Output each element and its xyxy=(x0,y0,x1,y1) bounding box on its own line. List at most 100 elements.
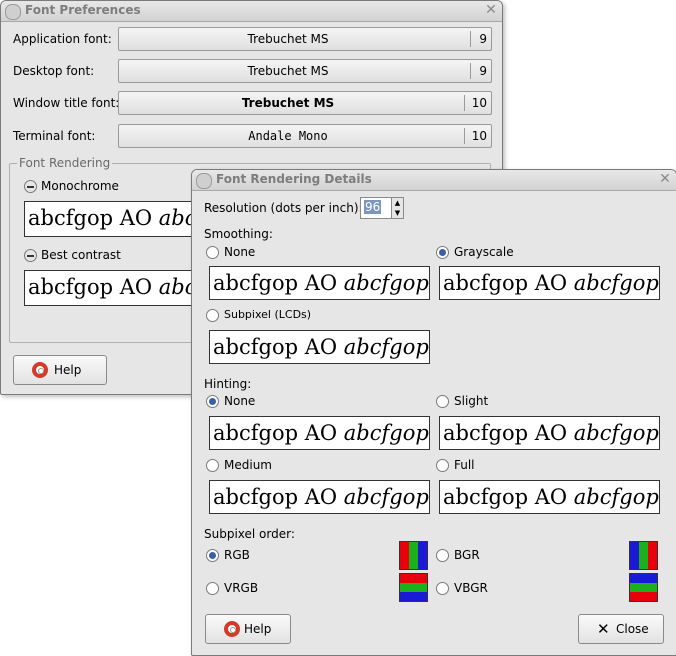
order-vrgb-label[interactable]: VRGB xyxy=(224,581,258,595)
application-font-button[interactable]: Trebuchet MS 9 xyxy=(118,27,492,51)
help-button-label: Help xyxy=(244,622,272,636)
hinting-label: Hinting: xyxy=(204,377,252,391)
terminal-font-button[interactable]: Andale Mono 10 xyxy=(118,124,492,148)
blue-stripe xyxy=(400,592,427,601)
smoothing-none-radio[interactable] xyxy=(206,246,219,259)
subpixel-order-label: Subpixel order: xyxy=(204,527,295,541)
best-contrast-label[interactable]: Best contrast xyxy=(41,248,121,262)
vrgb-swatch-icon xyxy=(399,573,428,602)
desktop-font-name: Trebuchet MS xyxy=(247,64,329,78)
green-stripe xyxy=(409,542,418,569)
order-bgr-radio[interactable] xyxy=(436,549,449,562)
close-button[interactable]: ✕ Close xyxy=(578,614,664,644)
separator xyxy=(464,128,465,144)
green-stripe xyxy=(630,583,657,592)
desktop-font-size: 9 xyxy=(479,64,487,78)
blue-stripe xyxy=(630,542,639,569)
hinting-none-radio[interactable] xyxy=(206,395,219,408)
help-icon xyxy=(32,362,48,378)
monochrome-label[interactable]: Monochrome xyxy=(41,179,119,193)
close-icon[interactable]: ✕ xyxy=(658,172,672,186)
order-vrgb-radio[interactable] xyxy=(206,582,219,595)
hinting-none-sample: abcfgop AO abcfgop xyxy=(209,416,430,450)
window-title: Font Rendering Details xyxy=(216,172,372,186)
hinting-slight-sample: abcfgop AO abcfgop xyxy=(439,416,660,450)
close-icon[interactable]: ✕ xyxy=(484,3,498,17)
rgb-swatch-icon xyxy=(399,541,428,570)
window-title-font-label: Window title font: xyxy=(13,96,120,110)
application-font-name: Trebuchet MS xyxy=(247,32,329,46)
sample-regular: abcfgop AO xyxy=(213,421,344,445)
smoothing-grayscale-label[interactable]: Grayscale xyxy=(454,245,514,259)
hinting-slight-label[interactable]: Slight xyxy=(454,394,488,408)
best-contrast-radio[interactable] xyxy=(24,249,37,262)
font-rendering-details-titlebar[interactable]: Font Rendering Details ✕ xyxy=(192,170,676,191)
sample-regular: abcfgop AO xyxy=(443,485,574,509)
application-font-label: Application font: xyxy=(13,32,112,46)
sample-regular: abcfgop AO xyxy=(28,275,159,299)
window-title: Font Preferences xyxy=(25,3,141,17)
monochrome-radio[interactable] xyxy=(24,180,37,193)
help-button[interactable]: Help xyxy=(205,614,291,644)
resolution-spinbutton[interactable]: 96 ▲ ▼ xyxy=(360,197,404,219)
sample-regular: abcfgop AO xyxy=(443,271,574,295)
hinting-slight-radio[interactable] xyxy=(436,395,449,408)
red-stripe xyxy=(400,574,427,583)
window-title-font-size: 10 xyxy=(471,96,487,110)
best-contrast-sample: abcfgop AO abcfgop xyxy=(24,270,209,306)
sample-italic: abcfgop xyxy=(343,421,429,445)
desktop-font-button[interactable]: Trebuchet MS 9 xyxy=(118,59,492,83)
hinting-medium-label[interactable]: Medium xyxy=(224,458,272,472)
vbgr-swatch-icon xyxy=(629,573,658,602)
resolution-label: Resolution (dots per inch): xyxy=(204,201,363,215)
separator xyxy=(464,95,465,111)
resolution-value[interactable]: 96 xyxy=(364,200,382,214)
smoothing-none-label[interactable]: None xyxy=(224,245,255,259)
window-menu-icon[interactable] xyxy=(196,173,212,189)
sample-regular: abcfgop AO xyxy=(28,206,159,230)
terminal-font-name: Andale Mono xyxy=(248,129,328,143)
smoothing-subpixel-radio[interactable] xyxy=(206,309,219,322)
sample-regular: abcfgop AO xyxy=(213,335,344,359)
smoothing-subpixel-label[interactable]: Subpixel (LCDs) xyxy=(224,308,311,321)
green-stripe xyxy=(400,583,427,592)
smoothing-none-sample: abcfgop AO abcfgop xyxy=(209,266,430,300)
terminal-font-size: 10 xyxy=(471,129,487,143)
window-menu-icon[interactable] xyxy=(5,4,21,20)
font-rendering-title: Font Rendering xyxy=(17,156,113,170)
font-preferences-titlebar[interactable]: Font Preferences ✕ xyxy=(1,1,502,22)
hinting-medium-sample: abcfgop AO abcfgop xyxy=(209,480,430,514)
close-button-label: Close xyxy=(616,622,649,636)
monochrome-sample: abcfgop AO abcfgop xyxy=(24,201,209,237)
application-font-size: 9 xyxy=(479,32,487,46)
help-button[interactable]: Help xyxy=(13,355,107,385)
order-rgb-radio[interactable] xyxy=(206,549,219,562)
hinting-none-label[interactable]: None xyxy=(224,394,255,408)
hinting-medium-radio[interactable] xyxy=(206,459,219,472)
sample-regular: abcfgop AO xyxy=(443,421,574,445)
hinting-full-label[interactable]: Full xyxy=(454,458,475,472)
window-title-font-button[interactable]: Trebuchet MS 10 xyxy=(118,91,492,115)
help-icon xyxy=(224,621,240,637)
hinting-full-sample: abcfgop AO abcfgop xyxy=(439,480,660,514)
red-stripe xyxy=(630,592,657,601)
sample-italic: abcfgop xyxy=(343,485,429,509)
smoothing-subpixel-sample: abcfgop AO abcfgop xyxy=(209,330,430,364)
sample-regular: abcfgop AO xyxy=(213,271,344,295)
order-vbgr-label[interactable]: VBGR xyxy=(454,581,488,595)
window-title-font-name: Trebuchet MS xyxy=(241,96,335,110)
order-vbgr-radio[interactable] xyxy=(436,582,449,595)
order-bgr-label[interactable]: BGR xyxy=(454,548,480,562)
help-button-label: Help xyxy=(54,363,82,377)
sample-italic: abcfgop xyxy=(343,335,429,359)
smoothing-grayscale-sample: abcfgop AO abcfgop xyxy=(439,266,660,300)
font-rendering-details-window: Font Rendering Details ✕ Resolution (dot… xyxy=(191,169,676,656)
hinting-full-radio[interactable] xyxy=(436,459,449,472)
sample-italic: abcfgop xyxy=(573,271,659,295)
order-rgb-label[interactable]: RGB xyxy=(224,548,250,562)
blue-stripe xyxy=(418,542,427,569)
smoothing-grayscale-radio[interactable] xyxy=(436,246,449,259)
terminal-font-label: Terminal font: xyxy=(13,129,96,143)
sample-italic: abcfgop xyxy=(573,485,659,509)
spin-arrows[interactable]: ▲ ▼ xyxy=(391,198,403,218)
